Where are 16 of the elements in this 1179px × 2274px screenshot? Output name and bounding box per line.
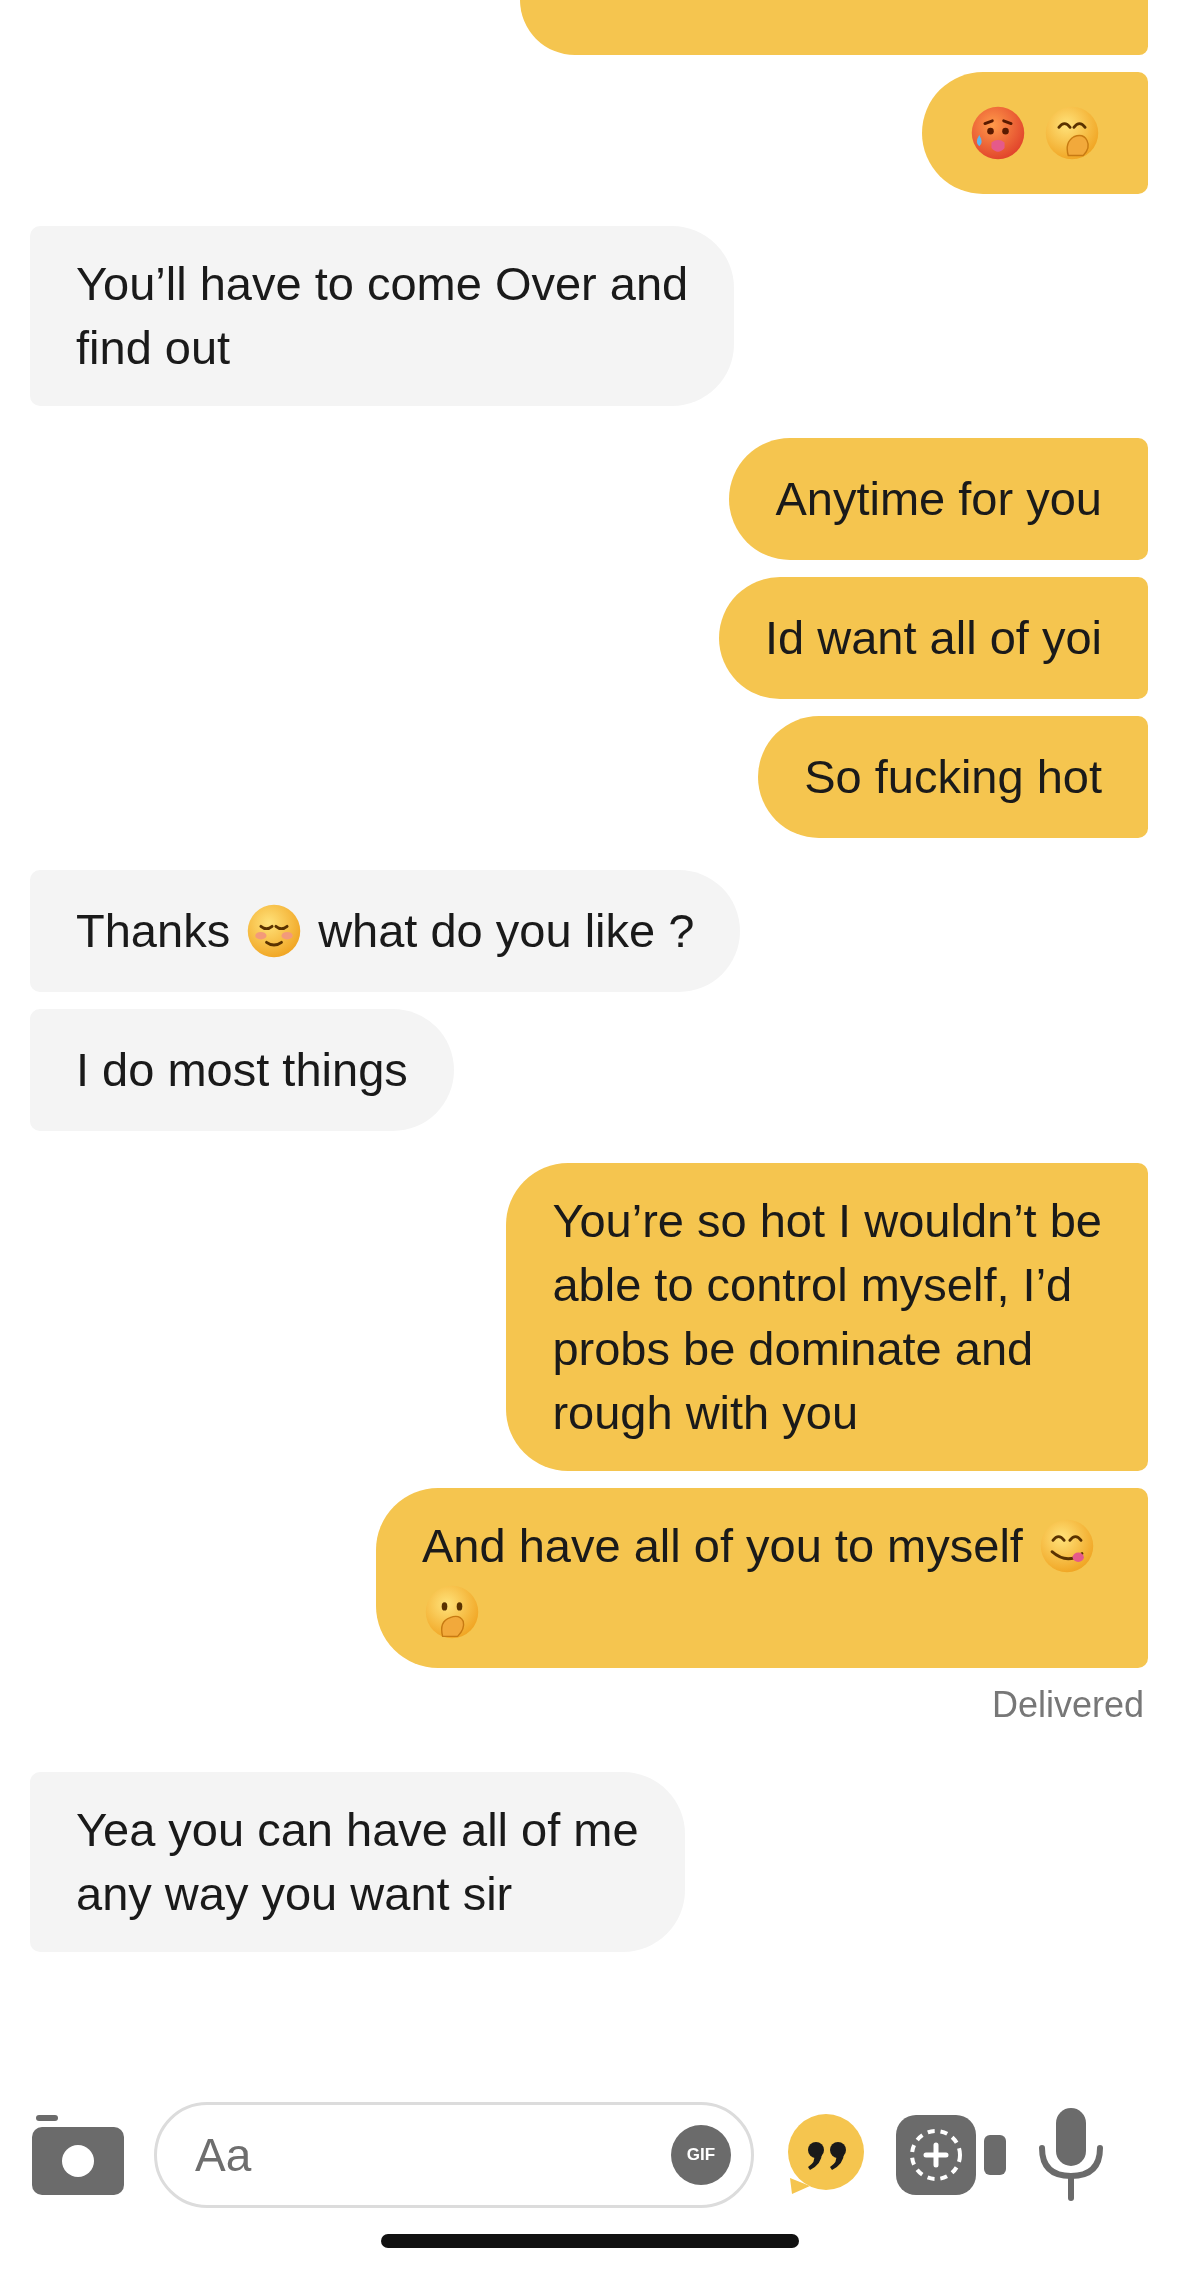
camera-icon[interactable] — [32, 2114, 124, 2195]
video-add-icon[interactable] — [896, 2114, 1006, 2195]
message-text: Id want all of yoi — [765, 610, 1102, 666]
microphone-icon[interactable] — [1036, 2107, 1106, 2202]
message-text: And have all of you to myself — [422, 1518, 1023, 1574]
message-text: Anytime for you — [775, 471, 1102, 527]
message-text: I do most things — [76, 1042, 408, 1098]
message-text: You’re so hot I wouldn’t be able to control myself, I’d probs be dominate and rough with you — [552, 1193, 1102, 1441]
message-text: Thanks — [76, 903, 231, 959]
message-text: Yea you can have all of me any way you want sir — [76, 1802, 639, 1922]
gif-button[interactable]: GIF — [671, 2124, 731, 2185]
message-text: So fucking hot — [804, 749, 1102, 805]
delivery-status: Delivered — [991, 1684, 1144, 1726]
message-input[interactable]: Aa GIF — [154, 2101, 754, 2208]
message-text: what do you like ? — [318, 903, 695, 959]
message-text: You’ll have to come Over and find out — [76, 256, 689, 376]
